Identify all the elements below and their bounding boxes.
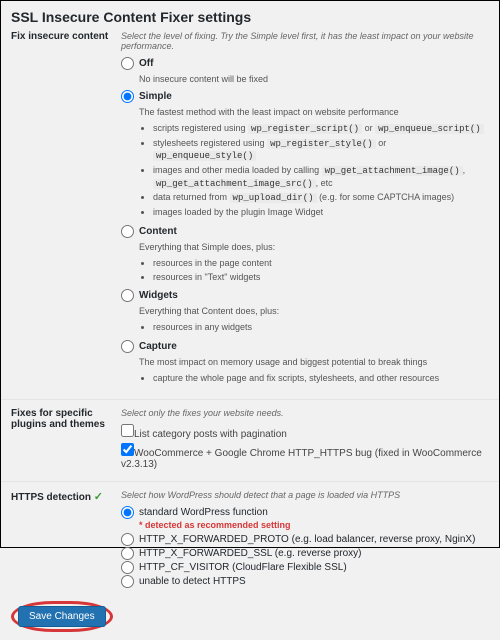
radio-content[interactable] [121,225,134,238]
opt-simple[interactable]: Simple [121,90,489,103]
radio-standard-wp[interactable] [121,506,134,519]
radio-forwarded-ssl[interactable] [121,547,134,560]
section-plugin-fixes: Fixes for specific plugins and themes Se… [1,399,499,481]
simple-bullets: scripts registered using wp_register_scr… [139,123,489,219]
https-label: HTTPS detection ✓ [11,490,121,589]
opt-unable-detect[interactable]: unable to detect HTTPS [121,575,489,588]
radio-cf-visitor[interactable] [121,561,134,574]
radio-simple[interactable] [121,90,134,103]
content-desc: Everything that Simple does, plus: [139,242,489,252]
content-bullets: resources in the page content resources … [139,258,489,283]
widgets-desc: Everything that Content does, plus: [139,306,489,316]
opt-forwarded-ssl[interactable]: HTTP_X_FORWARDED_SSL (e.g. reverse proxy… [121,547,489,560]
radio-off[interactable] [121,57,134,70]
highlight-ring: Save Changes [11,601,113,632]
content-label: Content [139,226,177,237]
opt-widgets[interactable]: Widgets [121,289,489,302]
widgets-label: Widgets [139,290,178,301]
cb-list-category[interactable]: List category posts with pagination [121,424,489,440]
opt-off[interactable]: Off [121,57,489,70]
fix-hint: Select the level of fixing. Try the Simp… [121,31,489,51]
simple-desc: The fastest method with the least impact… [139,107,489,117]
opt-standard-wp[interactable]: standard WordPress function [121,506,489,519]
opt-forwarded-proto[interactable]: HTTP_X_FORWARDED_PROTO (e.g. load balanc… [121,533,489,546]
https-hint: Select how WordPress should detect that … [121,490,489,500]
simple-label: Simple [139,91,172,102]
radio-widgets[interactable] [121,289,134,302]
detected-note: * detected as recommended setting [139,520,489,530]
plugins-hint: Select only the fixes your website needs… [121,408,489,418]
capture-label: Capture [139,341,177,352]
checkbox-list-category[interactable] [121,424,134,437]
check-icon: ✓ [94,491,103,503]
radio-capture[interactable] [121,340,134,353]
radio-forwarded-proto[interactable] [121,533,134,546]
capture-desc: The most impact on memory usage and bigg… [139,357,489,367]
widgets-bullets: resources in any widgets [139,322,489,334]
opt-content[interactable]: Content [121,225,489,238]
page-title: SSL Insecure Content Fixer settings [1,1,499,31]
fix-label: Fix insecure content [11,31,121,391]
radio-unable-detect[interactable] [121,575,134,588]
checkbox-woocommerce[interactable] [121,443,134,456]
section-https-detection: HTTPS detection ✓ Select how WordPress s… [1,481,499,597]
opt-capture[interactable]: Capture [121,340,489,353]
section-fix-insecure: Fix insecure content Select the level of… [1,31,499,399]
capture-bullets: capture the whole page and fix scripts, … [139,373,489,385]
off-desc: No insecure content will be fixed [139,74,489,84]
off-label: Off [139,58,153,69]
opt-cf-visitor[interactable]: HTTP_CF_VISITOR (CloudFlare Flexible SSL… [121,561,489,574]
plugins-label: Fixes for specific plugins and themes [11,408,121,473]
cb-woocommerce[interactable]: WooCommerce + Google Chrome HTTP_HTTPS b… [121,443,489,470]
save-area: Save Changes [1,597,499,640]
save-button[interactable]: Save Changes [18,606,106,627]
